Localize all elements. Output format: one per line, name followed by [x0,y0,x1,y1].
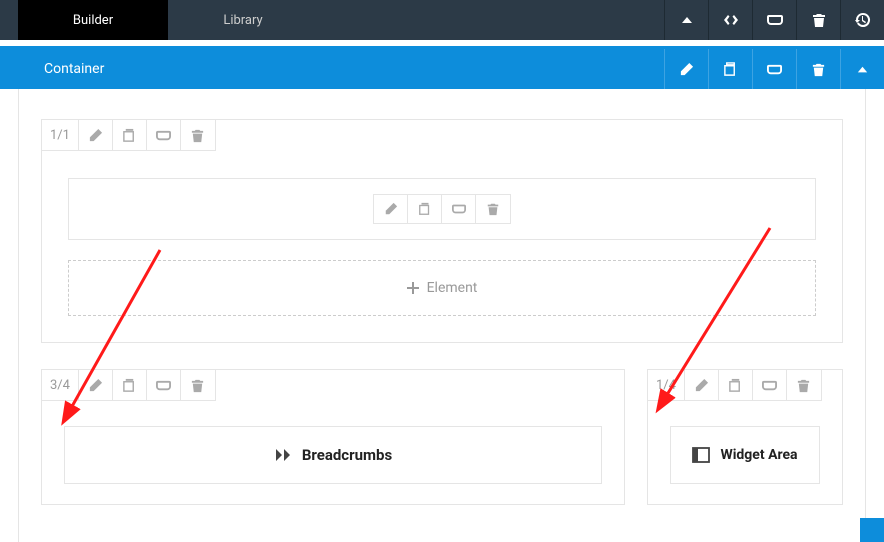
column-3-4: 3/4 Breadcrumbs [41,369,625,505]
row-full: 1/1 Element [41,119,843,343]
edit-icon[interactable] [79,120,113,150]
inner-element[interactable] [68,178,816,240]
widget-area-widget[interactable]: Widget Area [670,426,820,484]
top-bar: Builder Library [0,0,884,40]
trash-icon[interactable] [476,195,510,223]
breadcrumbs-widget[interactable]: Breadcrumbs [64,426,602,484]
builder-canvas: 1/1 Element 3/4 [18,89,866,542]
edit-icon[interactable] [374,195,408,223]
trash-icon[interactable] [796,49,840,89]
column-toolbar: 3/4 [41,369,216,401]
save-icon[interactable] [442,195,476,223]
tab-builder[interactable]: Builder [18,0,168,40]
edit-icon[interactable] [685,370,719,400]
edit-icon[interactable] [79,370,113,400]
fraction-label: 1/4 [648,370,685,400]
tab-library[interactable]: Library [168,0,318,40]
duplicate-icon[interactable] [719,370,753,400]
duplicate-icon[interactable] [113,120,147,150]
inner-toolbar [373,194,511,224]
container-title: Container [0,61,104,77]
add-element-button[interactable]: Element [68,260,816,316]
plus-icon [407,282,419,294]
column-1-4: 1/4 Widget Area [647,369,843,505]
columns-row: 3/4 Breadcrumbs 1/4 [41,369,843,505]
save-icon[interactable] [753,370,787,400]
save-icon[interactable] [147,120,181,150]
collapse-icon[interactable] [840,49,884,89]
trash-icon[interactable] [181,120,215,150]
save-icon[interactable] [752,49,796,89]
chevrons-icon [274,446,292,464]
container-bar: Container [0,49,884,89]
sidebar-icon [692,446,710,464]
code-button[interactable] [708,0,752,40]
save-button[interactable] [752,0,796,40]
save-icon[interactable] [147,370,181,400]
fraction-label: 1/1 [42,120,79,150]
collapse-up-button[interactable] [664,0,708,40]
delete-button[interactable] [796,0,840,40]
row-toolbar: 1/1 [41,119,216,151]
edit-icon[interactable] [664,49,708,89]
fraction-label: 3/4 [42,370,79,400]
history-button[interactable] [840,0,884,40]
duplicate-icon[interactable] [113,370,147,400]
top-tabs: Builder Library [18,0,318,40]
container-actions [664,49,884,89]
trash-icon[interactable] [787,370,821,400]
trash-icon[interactable] [181,370,215,400]
duplicate-icon[interactable] [408,195,442,223]
duplicate-icon[interactable] [708,49,752,89]
top-actions [664,0,884,40]
column-toolbar: 1/4 [647,369,822,401]
scroll-fab[interactable] [860,518,884,542]
